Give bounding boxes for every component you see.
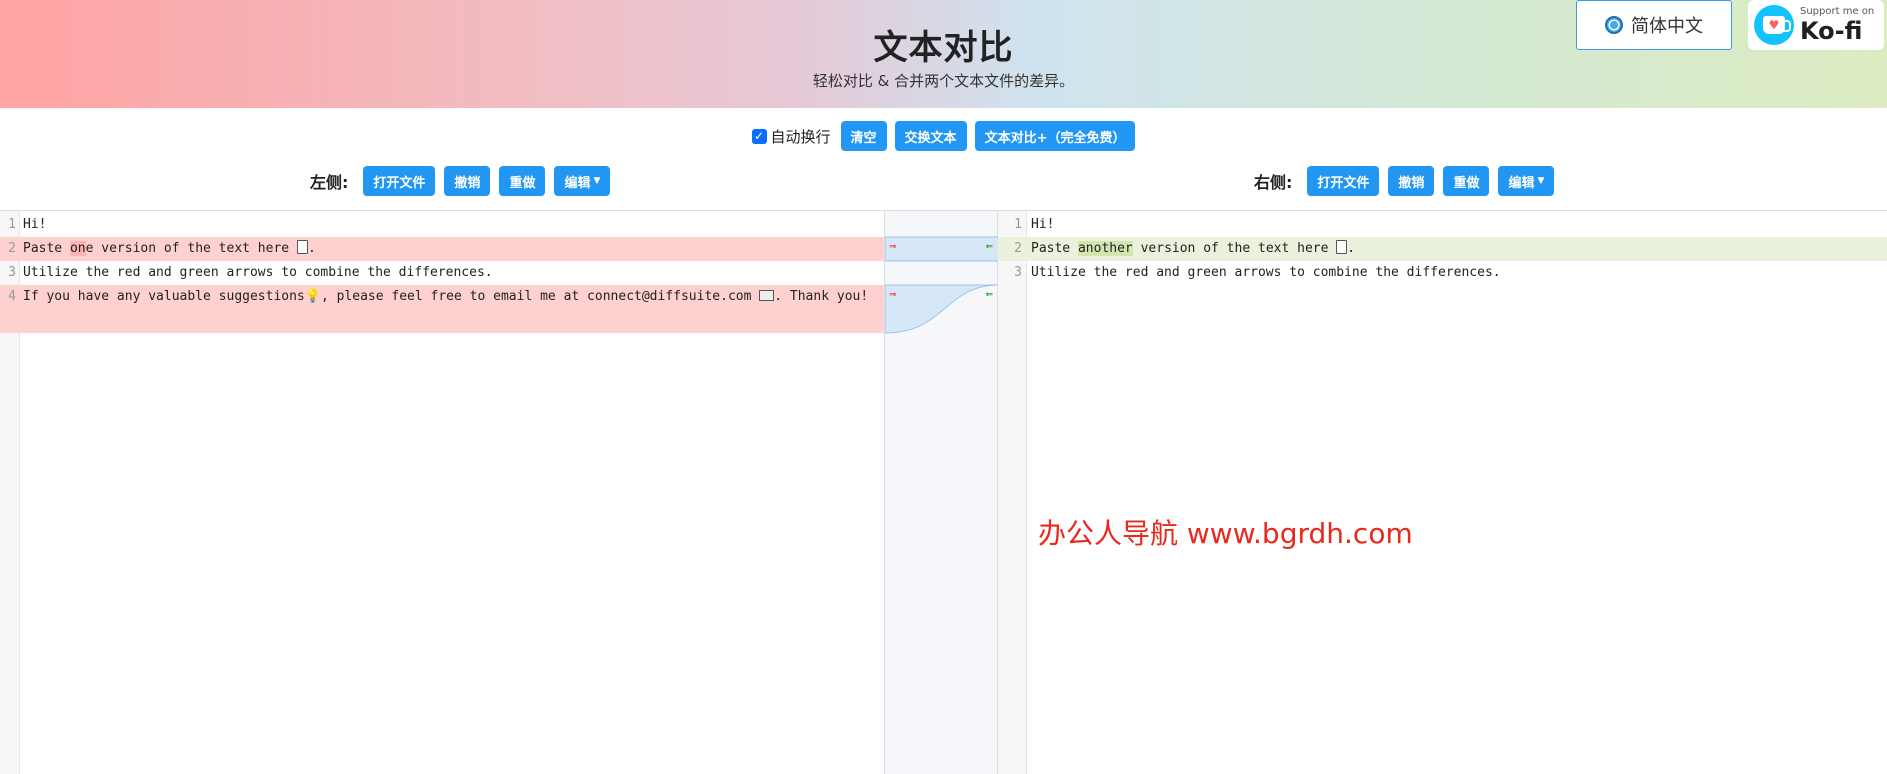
document-icon — [1336, 240, 1348, 254]
globe-icon — [1605, 16, 1623, 34]
left-redo-button[interactable]: 重做 — [499, 166, 546, 196]
left-edit-dropdown[interactable]: 编辑 ▼ — [554, 166, 611, 196]
caret-down-icon: ▼ — [1537, 176, 1545, 186]
main-toolbar: ✓ 自动换行 清空 交换文本 文本对比+（完全免费） — [0, 121, 1887, 151]
line-number: 3 — [8, 265, 16, 280]
right-open-file-button[interactable]: 打开文件 — [1307, 166, 1380, 196]
kofi-logo-text: Ko-fi — [1800, 17, 1863, 45]
merge-left-arrow[interactable]: ⇐ — [985, 242, 993, 252]
editor-line[interactable]: 3 Utilize the red and green arrows to co… — [998, 261, 1887, 285]
auto-wrap-checkbox[interactable]: ✓ — [751, 128, 767, 144]
lightbulb-icon: 💡 — [304, 289, 321, 304]
language-label: 简体中文 — [1631, 16, 1703, 37]
connector-shapes — [885, 236, 999, 334]
watermark-text: 办公人导航 www.bgrdh.com — [1038, 517, 1413, 550]
kofi-button[interactable]: ♥ Support me on Ko-fi — [1748, 0, 1884, 50]
left-open-file-button[interactable]: 打开文件 — [363, 166, 436, 196]
editor-line[interactable]: 1 Hi! — [998, 213, 1887, 237]
editor-line-added[interactable]: 2 Paste another version of the text here… — [998, 237, 1887, 261]
line-number: 3 — [1014, 265, 1022, 280]
deleted-chars: on — [69, 241, 86, 256]
editor-line[interactable]: 3 Utilize the red and green arrows to co… — [0, 261, 884, 285]
merge-right-arrow[interactable]: ⇒ — [889, 290, 897, 300]
caret-down-icon: ▼ — [593, 176, 601, 186]
line-number: 4 — [8, 289, 16, 304]
right-redo-button[interactable]: 重做 — [1443, 166, 1490, 196]
left-undo-button[interactable]: 撤销 — [444, 166, 491, 196]
kofi-cup-icon: ♥ — [1754, 5, 1794, 45]
editor-line-deleted[interactable]: 4 If you have any valuable suggestions💡,… — [0, 285, 884, 333]
line-number: 1 — [1014, 217, 1022, 232]
editor-line-deleted[interactable]: 2 Paste one version of the text here . — [0, 237, 884, 261]
clear-button[interactable]: 清空 — [840, 121, 887, 151]
merge-left-arrow[interactable]: ⇐ — [985, 290, 993, 300]
page-subtitle: 轻松对比 & 合并两个文本文件的差异。 — [812, 72, 1075, 90]
text-compare-plus-button[interactable]: 文本对比+（完全免费） — [974, 121, 1136, 151]
right-edit-dropdown[interactable]: 编辑 ▼ — [1498, 166, 1555, 196]
swap-text-button[interactable]: 交换文本 — [894, 121, 967, 151]
right-label: 右侧: — [1254, 173, 1293, 192]
line-number: 1 — [8, 217, 16, 232]
merge-connector: ⇒ ⇐ ⇒ ⇐ — [884, 211, 999, 774]
right-undo-button[interactable]: 撤销 — [1388, 166, 1435, 196]
right-editor[interactable]: 1 Hi! 2 Paste another version of the tex… — [998, 211, 1887, 774]
auto-wrap-toggle[interactable]: ✓ 自动换行 — [751, 126, 831, 147]
right-gutter — [998, 211, 1027, 774]
kofi-small-text: Support me on — [1800, 6, 1875, 17]
line-number: 2 — [8, 241, 16, 256]
left-toolbar: 左侧: 打开文件 撤销 重做 编辑 ▼ — [310, 166, 611, 196]
left-editor[interactable]: 1 Hi! 2 Paste one version of the text he… — [0, 211, 884, 774]
added-chars: another — [1077, 241, 1133, 256]
left-label: 左侧: — [310, 173, 349, 192]
editor-line[interactable]: 1 Hi! — [0, 213, 884, 237]
language-button[interactable]: 简体中文 — [1576, 0, 1732, 50]
merge-right-arrow[interactable]: ⇒ — [889, 242, 897, 252]
email-icon — [759, 290, 775, 301]
diff-editors: 1 Hi! 2 Paste one version of the text he… — [0, 210, 1887, 774]
document-icon — [296, 240, 308, 254]
auto-wrap-label: 自动换行 — [770, 127, 831, 146]
line-number: 2 — [1014, 241, 1022, 256]
right-toolbar: 右侧: 打开文件 撤销 重做 编辑 ▼ — [1254, 166, 1555, 196]
